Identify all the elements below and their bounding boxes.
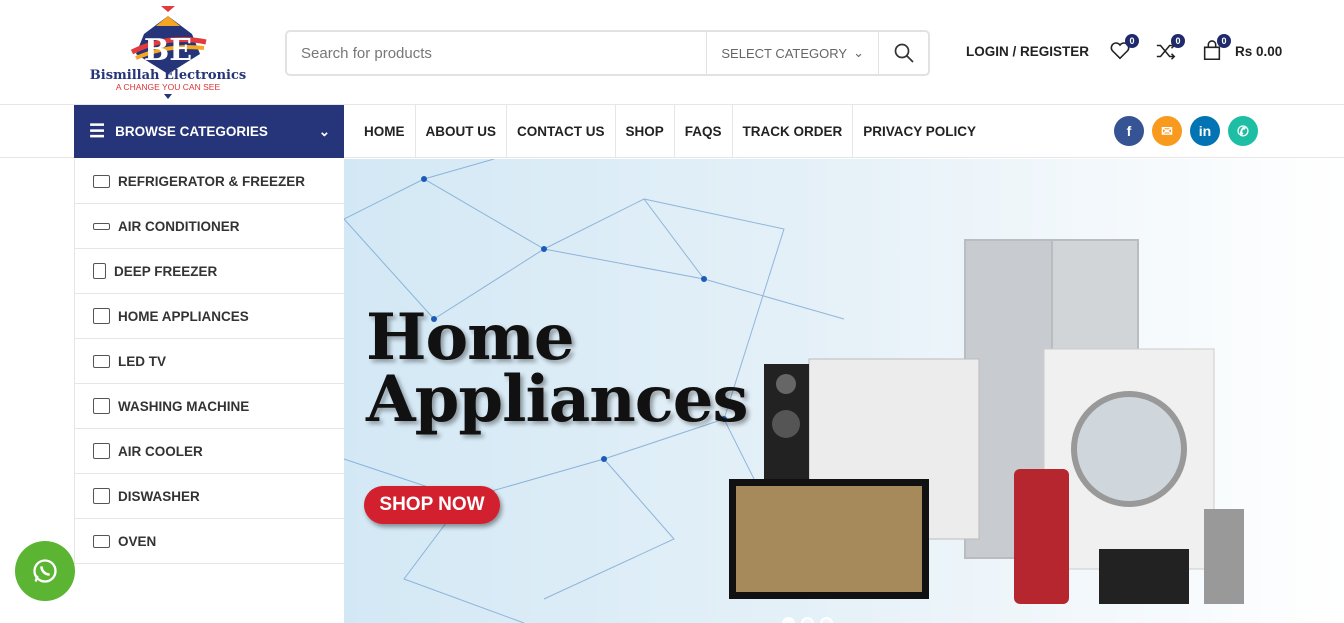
linkedin-icon[interactable]: in xyxy=(1190,116,1220,146)
whatsapp-chat-button[interactable] xyxy=(15,541,75,601)
nav-privacy-policy[interactable]: PRIVACY POLICY xyxy=(853,105,986,158)
category-label: AIR CONDITIONER xyxy=(118,218,240,234)
cart-button[interactable]: 0 xyxy=(1201,34,1232,62)
category-air-conditioner[interactable]: AIR CONDITIONER xyxy=(75,204,344,249)
nav-home[interactable]: HOME xyxy=(354,105,416,158)
category-select[interactable]: SELECT CATEGORY ⌄ xyxy=(706,32,878,74)
nav-shop[interactable]: SHOP xyxy=(616,105,675,158)
category-label: LED TV xyxy=(118,353,167,369)
facebook-icon[interactable]: f xyxy=(1114,116,1144,146)
washing-machine-icon xyxy=(93,398,110,414)
category-washing-machine[interactable]: WASHING MACHINE xyxy=(75,384,344,429)
category-label: DISWASHER xyxy=(118,488,200,504)
wishlist-count: 0 xyxy=(1125,34,1140,48)
banner-title-line2: Appliances xyxy=(366,362,748,437)
email-icon[interactable]: ✉ xyxy=(1152,116,1182,146)
category-select-label: SELECT CATEGORY xyxy=(721,45,848,61)
whatsapp-icon[interactable]: ✆ xyxy=(1228,116,1258,146)
dishwasher-icon xyxy=(93,488,110,504)
search-icon xyxy=(894,43,914,63)
logo[interactable]: BE Bismillah Electronics A CHANGE YOU CA… xyxy=(88,4,248,100)
cart-total[interactable]: Rs 0.00 xyxy=(1235,44,1282,59)
browse-categories-label: BROWSE CATEGORIES xyxy=(115,124,268,139)
whatsapp-icon xyxy=(33,559,57,583)
banner-title: Home Appliances xyxy=(366,306,748,432)
hamburger-icon: ☰ xyxy=(89,121,106,141)
oven-icon xyxy=(93,534,110,548)
header: BE Bismillah Electronics A CHANGE YOU CA… xyxy=(0,0,1344,105)
search-bar: SELECT CATEGORY ⌄ xyxy=(285,30,930,76)
category-led-tv[interactable]: LED TV xyxy=(75,339,344,384)
category-diswasher[interactable]: DISWASHER xyxy=(75,474,344,519)
slider-dots xyxy=(782,617,833,623)
slide-dot-3[interactable] xyxy=(820,617,833,623)
login-register-link[interactable]: LOGIN / REGISTER xyxy=(966,44,1089,59)
air-cooler-icon xyxy=(93,443,110,459)
category-label: HOME APPLIANCES xyxy=(118,308,249,324)
category-label: WASHING MACHINE xyxy=(118,398,250,414)
category-label: AIR COOLER xyxy=(118,443,203,459)
category-deep-freezer[interactable]: DEEP FREEZER xyxy=(75,249,344,294)
category-label: REFRIGERATOR & FREEZER xyxy=(118,173,306,189)
hero-banner[interactable]: Home Appliances SHOP NOW xyxy=(344,159,1344,623)
home-appliances-icon xyxy=(93,308,110,324)
cart-count: 0 xyxy=(1217,34,1232,48)
category-label: OVEN xyxy=(118,533,157,549)
slide-dot-1[interactable] xyxy=(782,617,795,623)
category-air-cooler[interactable]: AIR COOLER xyxy=(75,429,344,474)
deep-freezer-icon xyxy=(93,263,106,279)
search-input[interactable] xyxy=(287,32,707,74)
category-label: DEEP FREEZER xyxy=(114,263,218,279)
compare-count: 0 xyxy=(1171,34,1186,48)
category-refrigerator-freezer[interactable]: REFRIGERATOR & FREEZER xyxy=(75,159,344,204)
slide-dot-2[interactable] xyxy=(801,617,814,623)
category-home-appliances[interactable]: HOME APPLIANCES xyxy=(75,294,344,339)
svg-text:BE: BE xyxy=(144,33,192,68)
compare-button[interactable]: 0 xyxy=(1155,34,1186,62)
chevron-down-icon: ⌄ xyxy=(853,45,864,60)
chevron-down-icon: ⌄ xyxy=(318,123,330,139)
air-conditioner-icon xyxy=(93,222,110,230)
shop-now-button[interactable]: SHOP NOW xyxy=(364,486,500,524)
wishlist-button[interactable]: 0 xyxy=(1109,34,1140,62)
search-button[interactable] xyxy=(878,32,928,74)
tv-icon xyxy=(93,354,110,368)
category-list: REFRIGERATOR & FREEZER AIR CONDITIONER D… xyxy=(74,159,344,564)
nav-track-order[interactable]: TRACK ORDER xyxy=(733,105,854,158)
browse-categories-button[interactable]: ☰ BROWSE CATEGORIES ⌄ xyxy=(74,105,344,158)
category-oven[interactable]: OVEN xyxy=(75,519,344,564)
brand-tagline: A CHANGE YOU CAN SEE xyxy=(116,82,221,92)
nav-faqs[interactable]: FAQS xyxy=(675,105,733,158)
nav-contact-us[interactable]: CONTACT US xyxy=(507,105,616,158)
refrigerator-icon xyxy=(93,174,110,188)
nav-about-us[interactable]: ABOUT US xyxy=(416,105,507,158)
brand-name: Bismillah Electronics xyxy=(90,68,246,83)
appliances-image xyxy=(729,239,1244,604)
